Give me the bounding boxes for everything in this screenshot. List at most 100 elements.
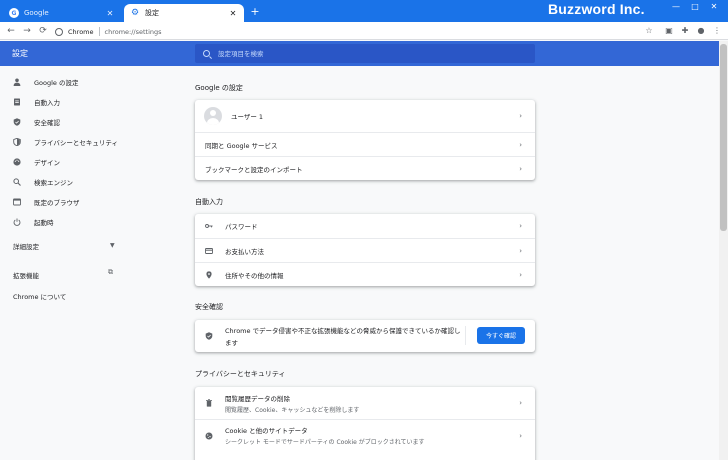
clipboard-icon xyxy=(13,98,21,106)
tab-strip: G Google ✕ ⚙ 設定 ✕ + Buzzword Inc. — □ ✕ xyxy=(0,0,728,22)
sidebar-advanced[interactable]: 詳細設定 xyxy=(13,241,39,251)
sidebar-about-chrome[interactable]: Chrome について xyxy=(13,291,66,301)
chevron-right-icon: › xyxy=(519,140,522,149)
sidebar-extensions[interactable]: 拡張機能 xyxy=(13,270,39,280)
shield-check-icon xyxy=(205,332,213,340)
scrollbar[interactable] xyxy=(719,41,728,460)
settings-search[interactable] xyxy=(195,44,535,63)
sidebar-item-default-browser[interactable]: 既定のブラウザ xyxy=(0,193,130,211)
tab-google[interactable]: G Google ✕ xyxy=(3,4,121,22)
row-addresses[interactable]: 住所やその他の情報 › xyxy=(195,262,535,286)
sidebar-item-label: Google の設定 xyxy=(34,79,79,87)
check-now-button[interactable]: 今すぐ確認 xyxy=(477,327,525,344)
row-payment-methods[interactable]: お支払い方法 › xyxy=(195,238,535,262)
sidebar-item-google[interactable]: Google の設定 xyxy=(0,73,130,91)
maximize-button[interactable]: □ xyxy=(689,2,701,11)
row-text: 閲覧履歴データの削除 閲覧履歴、Cookie、キャッシュなどを削除します xyxy=(225,393,359,414)
menu-kebab-icon[interactable]: ⋮ xyxy=(711,25,723,37)
caret-down-icon[interactable]: ▼ xyxy=(110,242,115,249)
shield-lock-icon xyxy=(13,138,21,146)
sidebar-item-privacy[interactable]: プライバシーとセキュリティ xyxy=(0,133,130,151)
profile-icon[interactable]: ● xyxy=(695,25,707,37)
person-icon xyxy=(13,78,21,86)
row-label: 閲覧履歴データの削除 xyxy=(225,394,290,403)
chevron-right-icon: › xyxy=(519,246,522,255)
page-title: 設定 xyxy=(12,49,28,58)
row-passwords[interactable]: パスワード › xyxy=(195,214,535,238)
close-icon[interactable]: ✕ xyxy=(228,9,238,18)
row-label: ブックマークと設定のインポート xyxy=(205,165,303,174)
card-google: ユーザー 1 › 同期と Google サービス › ブックマークと設定のインポ… xyxy=(195,100,535,180)
row-user[interactable]: ユーザー 1 › xyxy=(195,100,535,132)
card-autofill: パスワード › お支払い方法 › 住所やその他の情報 › xyxy=(195,214,535,286)
reload-button[interactable]: ⟳ xyxy=(37,25,49,37)
puzzle-icon[interactable]: ✚ xyxy=(679,25,691,37)
sidebar-item-label: プライバシーとセキュリティ xyxy=(34,139,118,147)
cookie-icon xyxy=(205,432,213,440)
sidebar-item-on-startup[interactable]: 起動時 xyxy=(0,213,130,231)
minimize-button[interactable]: — xyxy=(670,2,682,11)
tab-title: 設定 xyxy=(145,9,159,17)
row-label: お支払い方法 xyxy=(225,247,264,256)
section-title-privacy: プライバシーとセキュリティ xyxy=(195,370,286,378)
card-privacy: 閲覧履歴データの削除 閲覧履歴、Cookie、キャッシュなどを削除します › C… xyxy=(195,387,535,460)
close-window-button[interactable]: ✕ xyxy=(708,2,720,11)
safety-check-description: Chrome でデータ侵害や不正な拡張機能などの脅威から保護できているか確認し … xyxy=(225,325,461,347)
row-import[interactable]: ブックマークと設定のインポート › xyxy=(195,156,535,180)
settings-header: 設定 xyxy=(0,41,719,66)
chevron-right-icon: › xyxy=(519,164,522,173)
open-in-new-icon[interactable]: ⧉ xyxy=(108,268,113,277)
watermark-logo: Buzzword Inc. xyxy=(548,1,645,17)
extension-action-icon[interactable]: ▣ xyxy=(663,25,675,37)
row-label: 住所やその他の情報 xyxy=(225,271,284,280)
user-name: ユーザー 1 xyxy=(231,113,264,121)
row-label: Cookie と他のサイトデータ xyxy=(225,427,308,435)
bookmark-star-icon[interactable]: ☆ xyxy=(643,25,655,37)
sidebar: Google の設定 自動入力 安全確認 プライバシーとセキュリティ デザイン … xyxy=(0,66,130,460)
site-label: Chrome xyxy=(68,27,94,36)
new-tab-button[interactable]: + xyxy=(249,5,261,18)
row-cookies[interactable]: Cookie と他のサイトデータ シークレット モードでサードパーティの Coo… xyxy=(195,419,535,451)
row-clear-browsing-data[interactable]: 閲覧履歴データの削除 閲覧履歴、Cookie、キャッシュなどを削除します › xyxy=(195,387,535,419)
card-safety-check: Chrome でデータ侵害や不正な拡張機能などの脅威から保護できているか確認し … xyxy=(195,320,535,352)
site-info-icon[interactable] xyxy=(55,27,63,36)
palette-icon xyxy=(13,158,21,166)
section-title-autofill: 自動入力 xyxy=(195,198,223,206)
back-button[interactable]: ← xyxy=(5,25,17,37)
search-input[interactable] xyxy=(218,49,535,58)
url-text[interactable]: chrome://settings xyxy=(105,28,162,36)
chevron-right-icon: › xyxy=(519,270,522,279)
shield-icon xyxy=(13,118,21,126)
row-sublabel: 閲覧履歴、Cookie、キャッシュなどを削除します xyxy=(225,406,360,414)
location-pin-icon xyxy=(205,270,213,279)
scrollbar-thumb[interactable] xyxy=(720,44,727,231)
sidebar-item-label: 検索エンジン xyxy=(34,179,73,187)
sidebar-item-search-engine[interactable]: 検索エンジン xyxy=(0,173,130,191)
sidebar-item-label: 自動入力 xyxy=(34,99,60,107)
row-sublabel: シークレット モードでサードパーティの Cookie がブロックされています xyxy=(225,439,425,446)
tab-settings[interactable]: ⚙ 設定 ✕ xyxy=(124,4,244,22)
tab-title: Google xyxy=(24,9,49,17)
search-icon xyxy=(13,178,21,186)
forward-button[interactable]: → xyxy=(21,25,33,37)
safety-check-text-line1: Chrome でデータ侵害や不正な拡張機能などの脅威から保護できているか確認し xyxy=(225,327,461,335)
chevron-right-icon: › xyxy=(519,112,522,120)
trash-icon xyxy=(205,399,213,407)
sidebar-item-label: デザイン xyxy=(34,159,60,167)
sidebar-item-appearance[interactable]: デザイン xyxy=(0,153,130,171)
browser-toolbar: ← → ⟳ Chrome chrome://settings ☆ ▣ ✚ ● ⋮ xyxy=(0,22,728,40)
row-sync[interactable]: 同期と Google サービス › xyxy=(195,132,535,156)
section-title-safety-check: 安全確認 xyxy=(195,303,223,311)
row-label: 同期と Google サービス xyxy=(205,141,278,150)
address-bar[interactable]: Chrome chrome://settings xyxy=(55,25,655,38)
sidebar-item-safety-check[interactable]: 安全確認 xyxy=(0,113,130,131)
row-label: パスワード xyxy=(225,223,258,231)
google-favicon-icon: G xyxy=(9,8,19,18)
divider xyxy=(98,27,100,36)
gear-icon: ⚙ xyxy=(130,8,140,18)
sidebar-item-label: 起動時 xyxy=(34,219,54,227)
row-text: Cookie と他のサイトデータ シークレット モードでサードパーティの Coo… xyxy=(225,425,425,446)
close-icon[interactable]: ✕ xyxy=(105,9,115,18)
sidebar-item-label: 既定のブラウザ xyxy=(34,199,80,207)
sidebar-item-autofill[interactable]: 自動入力 xyxy=(0,93,130,111)
